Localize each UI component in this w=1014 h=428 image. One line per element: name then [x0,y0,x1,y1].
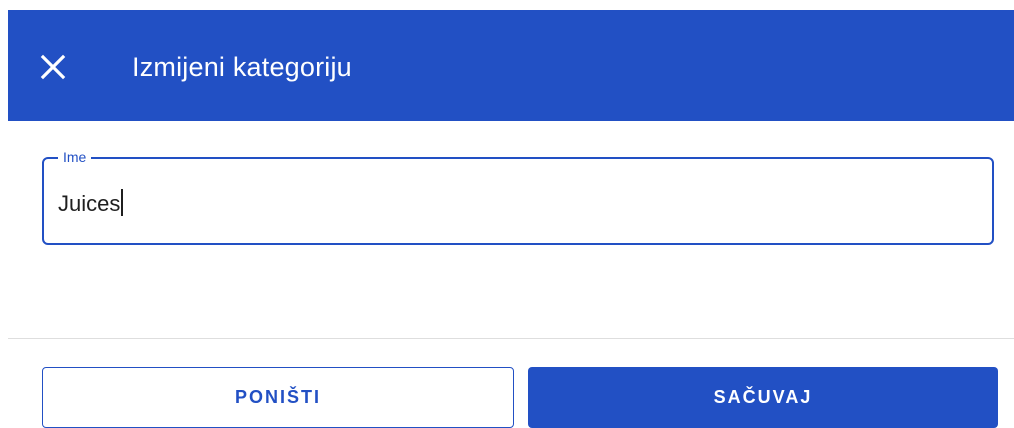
dialog-header: Izmijeni kategoriju [8,10,1014,121]
footer-divider [8,338,1014,339]
save-button[interactable]: SAČUVAJ [528,367,998,428]
close-button[interactable] [38,52,68,82]
edit-category-dialog: Izmijeni kategoriju Ime Juices PONIŠTI S… [0,0,1014,428]
dialog-title: Izmijeni kategoriju [132,52,352,82]
name-field-label: Ime [58,148,92,166]
name-input[interactable]: Juices [58,189,124,217]
text-caret [121,189,124,216]
close-icon [38,52,68,82]
cancel-button[interactable]: PONIŠTI [42,367,514,428]
name-field[interactable]: Ime Juices [42,148,994,245]
name-input-value: Juices [58,191,121,216]
